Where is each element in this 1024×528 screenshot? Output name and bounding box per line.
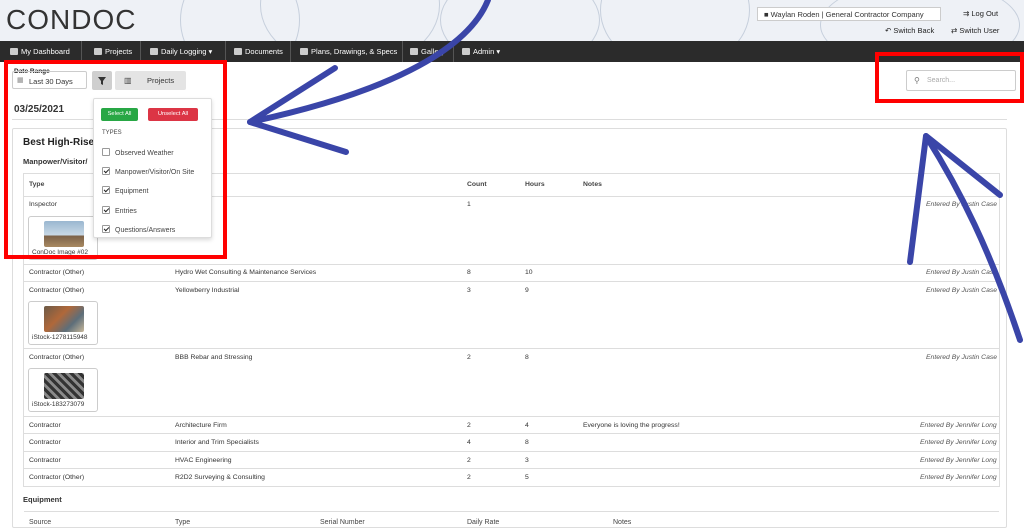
annotation-arrows [247, 0, 1023, 343]
annotation-arrow [247, 0, 491, 125]
annotation-arrowhead [907, 133, 1003, 265]
annotation-arrow [923, 133, 1023, 343]
